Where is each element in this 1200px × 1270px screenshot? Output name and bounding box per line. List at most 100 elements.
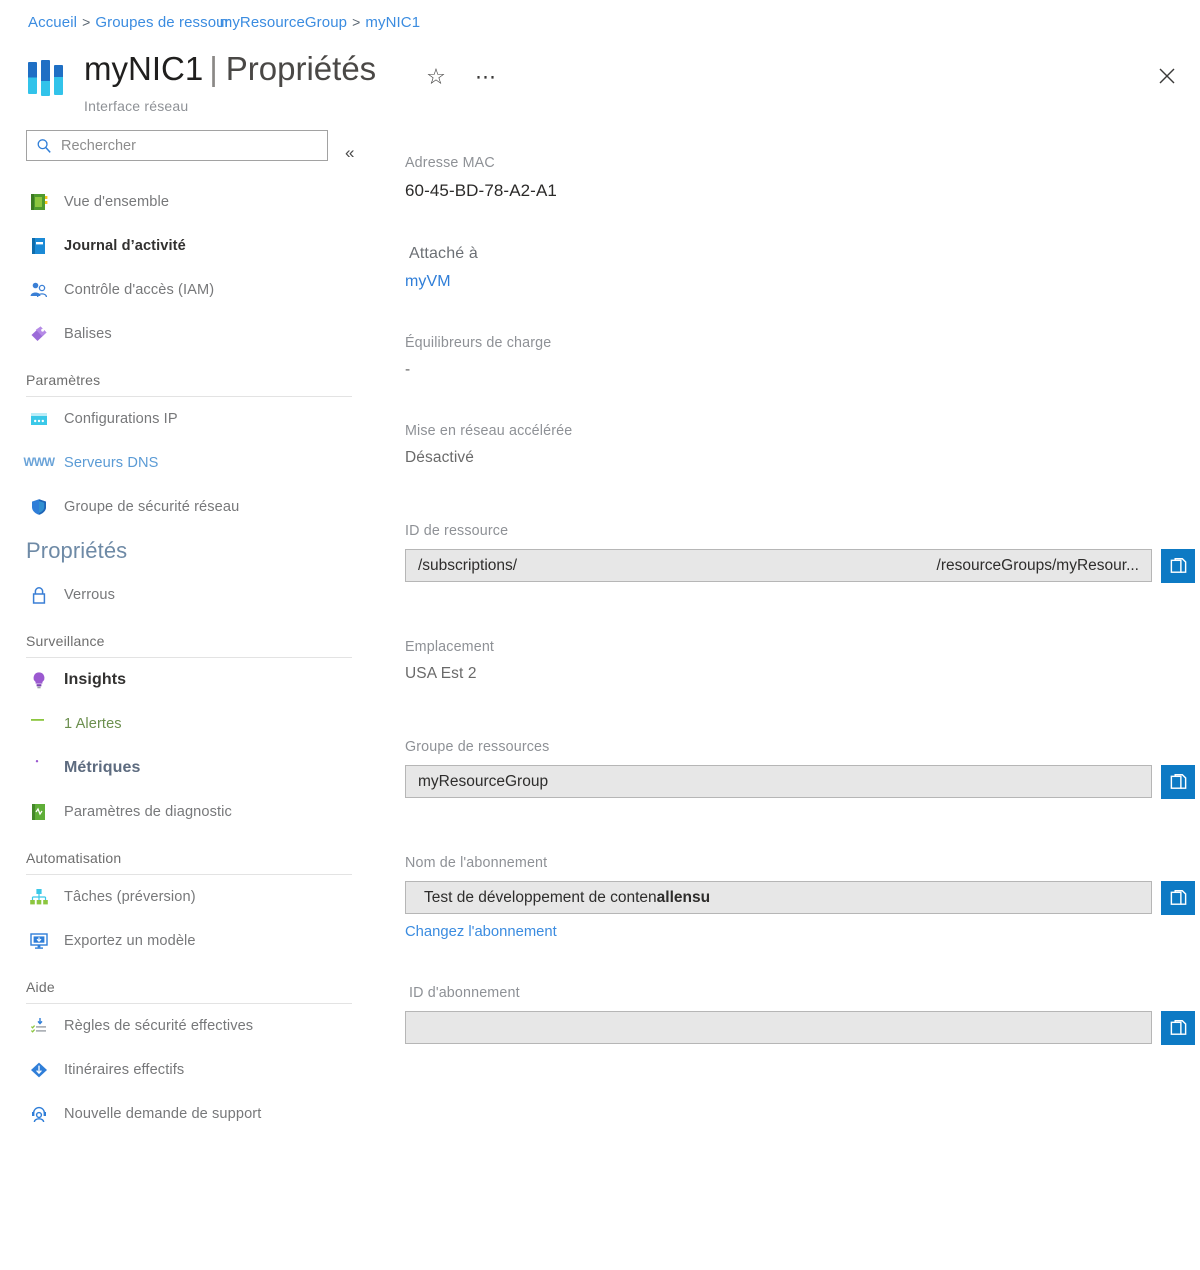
- effective-security-rules-icon: [26, 1015, 52, 1037]
- copy-icon[interactable]: [1161, 881, 1195, 915]
- sidebar-item-activity-log[interactable]: Journal d’activité: [0, 224, 382, 268]
- www-icon: WWW: [23, 457, 55, 469]
- breadcrumb-group-name[interactable]: myResourceGroup: [220, 14, 347, 31]
- properties-panel: Adresse MAC 60-45-BD-78-A2-A1 Attaché à …: [405, 155, 1195, 1055]
- sidebar-item-label: Serveurs DNS: [64, 455, 159, 471]
- sidebar-group-help: Aide: [0, 963, 382, 997]
- page-title-pipe: |: [209, 50, 218, 87]
- alert-bar-icon: [26, 713, 52, 735]
- sidebar-item-export-template[interactable]: Exportez un modèle: [0, 919, 382, 963]
- field-label: Mise en réseau accélérée: [405, 423, 573, 439]
- copy-icon[interactable]: [1161, 765, 1195, 799]
- field-value: USA Est 2: [405, 665, 477, 682]
- field-value: -: [405, 361, 411, 378]
- star-icon[interactable]: ☆: [421, 62, 451, 92]
- search-input[interactable]: [61, 131, 327, 160]
- sidebar-top-nav: Vue d'ensemble Journal d’activité Contrô…: [0, 180, 382, 356]
- field-value: Désactivé: [405, 449, 474, 466]
- sidebar-item-properties[interactable]: Propriétés: [0, 529, 382, 573]
- search-box[interactable]: [26, 130, 328, 161]
- field-mac-address: Adresse MAC 60-45-BD-78-A2-A1: [405, 155, 1195, 201]
- sidebar-item-label: Itinéraires effectifs: [64, 1062, 185, 1078]
- sidebar-item-tasks[interactable]: Tâches (préversion): [0, 875, 382, 919]
- resource-group-value: myResourceGroup: [418, 772, 549, 790]
- lock-icon: [26, 584, 52, 606]
- sidebar-group-title: Surveillance: [26, 633, 105, 649]
- field-resource-group: Groupe de ressources myResourceGroup: [405, 739, 1195, 799]
- sidebar-item-label: Balises: [64, 326, 112, 342]
- page-title-resource: myNIC1: [84, 50, 204, 87]
- page-title: myNIC1 | Propriétés: [84, 50, 376, 88]
- resource-id-value-right: /resourceGroups/myResour...: [936, 556, 1139, 574]
- field-subscription-name: Nom de l'abonnement Test de développemen…: [405, 855, 1195, 941]
- ip-configurations-icon: [26, 408, 52, 430]
- field-location: Emplacement USA Est 2: [405, 639, 1195, 683]
- network-interface-icon: [26, 60, 68, 96]
- access-control-icon: [26, 279, 52, 301]
- field-label: Nom de l'abonnement: [405, 855, 548, 871]
- sidebar-item-label: Verrous: [64, 587, 115, 603]
- breadcrumb-home[interactable]: Accueil: [28, 14, 77, 31]
- change-subscription-link[interactable]: Changez l'abonnement: [405, 924, 557, 940]
- sidebar-item-label: Propriétés: [26, 538, 128, 563]
- sidebar-item-tags[interactable]: Balises: [0, 312, 382, 356]
- sidebar-item-label: Règles de sécurité effectives: [64, 1018, 254, 1034]
- effective-routes-icon: [26, 1059, 52, 1081]
- breadcrumb-separator-1: >: [82, 14, 91, 30]
- sidebar-item-label: Paramètres de diagnostic: [64, 804, 232, 820]
- copy-icon[interactable]: [1161, 549, 1195, 583]
- sidebar-item-insights[interactable]: Insights: [0, 658, 382, 702]
- sidebar-item-locks[interactable]: Verrous: [0, 573, 382, 617]
- sidebar-item-label: Contrôle d'accès (IAM): [64, 282, 215, 298]
- sidebar-item-new-support-request[interactable]: Nouvelle demande de support: [0, 1092, 382, 1136]
- support-request-icon: [26, 1103, 52, 1125]
- field-value: 60-45-BD-78-A2-A1: [405, 181, 557, 200]
- field-subscription-id: ID d'abonnement: [405, 985, 1195, 1045]
- sidebar-item-access-control[interactable]: Contrôle d'accès (IAM): [0, 268, 382, 312]
- sidebar-item-label: Métriques: [64, 759, 141, 776]
- sidebar-item-label: Tâches (préversion): [64, 889, 196, 905]
- sidebar-item-effective-security-rules[interactable]: Règles de sécurité effectives: [0, 1004, 382, 1048]
- attached-vm-link[interactable]: myVM: [405, 273, 1195, 291]
- tag-icon: [26, 323, 52, 345]
- sidebar-item-alerts[interactable]: 1 Alertes: [0, 702, 382, 746]
- subscription-name-input[interactable]: Test de développement de conten allensu: [405, 881, 1152, 914]
- field-accelerated-networking: Mise en réseau accélérée Désactivé: [405, 423, 1195, 467]
- sidebar-item-ip-configurations[interactable]: Configurations IP: [0, 397, 382, 441]
- sidebar-item-effective-routes[interactable]: Itinéraires effectifs: [0, 1048, 382, 1092]
- sidebar-group-title: Aide: [26, 979, 55, 995]
- field-label: Attaché à: [409, 245, 478, 262]
- sidebar-item-network-security-group[interactable]: Groupe de sécurité réseau: [0, 485, 382, 529]
- breadcrumb-resource-groups[interactable]: Groupes de ressour: [95, 14, 229, 31]
- ellipsis-icon[interactable]: ⋯: [471, 62, 501, 92]
- copy-icon[interactable]: [1161, 1011, 1195, 1045]
- resource-id-value-left: /subscriptions/: [418, 556, 518, 574]
- breadcrumb: Accueil > Groupes de ressourmyResourceGrou…: [28, 14, 420, 31]
- sidebar-group-title: Paramètres: [26, 372, 101, 388]
- sidebar-item-label: Configurations IP: [64, 411, 178, 427]
- overview-icon: [26, 191, 52, 213]
- sidebar-group-monitoring: Surveillance: [0, 617, 382, 651]
- metrics-icon: [26, 757, 52, 779]
- breadcrumb-current[interactable]: myNIC1: [365, 14, 420, 31]
- subscription-id-input[interactable]: [405, 1011, 1152, 1044]
- field-label: Groupe de ressources: [405, 739, 550, 755]
- sidebar-group-settings: Paramètres: [0, 356, 382, 390]
- chevron-double-left-icon[interactable]: «: [345, 144, 354, 161]
- resource-id-input[interactable]: /subscriptions/ /resourceGroups/myResour…: [405, 549, 1152, 582]
- page-title-section: Propriétés: [225, 50, 377, 87]
- sidebar-item-metrics[interactable]: Métriques: [0, 746, 382, 790]
- lightbulb-icon: [26, 669, 52, 691]
- shield-icon: [26, 496, 52, 518]
- sidebar-item-overview[interactable]: Vue d'ensemble: [0, 180, 382, 224]
- tasks-icon: [26, 886, 52, 908]
- sidebar-item-diagnostic-settings[interactable]: Paramètres de diagnostic: [0, 790, 382, 834]
- resource-group-input[interactable]: myResourceGroup: [405, 765, 1152, 798]
- close-icon[interactable]: [1151, 60, 1183, 92]
- sidebar: « Vue d'ensemble: [0, 130, 382, 1136]
- export-template-icon: [26, 930, 52, 952]
- subscription-name-value: Test de développement de conten: [424, 888, 657, 906]
- page-header: myNIC1 | Propriétés Interface réseau ☆ ⋯: [26, 50, 1176, 114]
- resource-type-label: Interface réseau: [84, 98, 189, 114]
- sidebar-item-dns-servers[interactable]: WWW Serveurs DNS: [0, 441, 382, 485]
